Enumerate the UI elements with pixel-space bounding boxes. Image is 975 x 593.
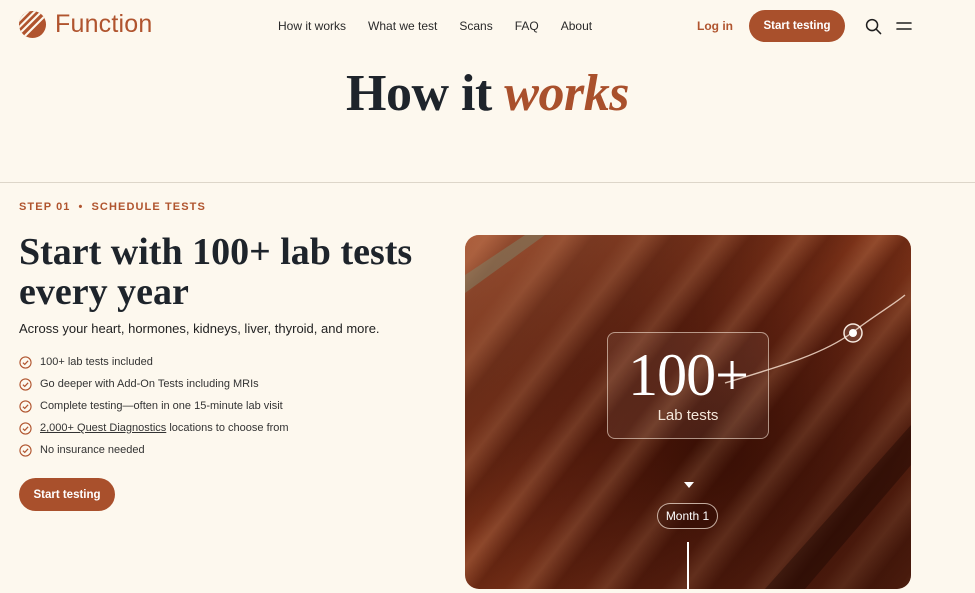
check-circle-icon bbox=[19, 377, 32, 391]
check-circle-icon bbox=[19, 421, 32, 435]
section-divider bbox=[0, 182, 975, 183]
check-circle-icon bbox=[19, 443, 32, 457]
step-label: STEP 01 • SCHEDULE TESTS bbox=[19, 201, 206, 213]
nav-about[interactable]: About bbox=[561, 19, 592, 33]
stat-value: 100+ bbox=[628, 342, 749, 408]
logo-icon bbox=[18, 10, 47, 39]
feature-item: 100+ lab tests included bbox=[19, 351, 289, 373]
nav-faq[interactable]: FAQ bbox=[515, 19, 539, 33]
nav-what-we-test[interactable]: What we test bbox=[368, 19, 437, 33]
feature-text: No insurance needed bbox=[40, 444, 145, 456]
site-header: Function How it works What we test Scans… bbox=[0, 0, 975, 52]
feature-text: Go deeper with Add-On Tests including MR… bbox=[40, 378, 259, 390]
main-nav: How it works What we test Scans FAQ Abou… bbox=[278, 19, 592, 33]
step-separator: • bbox=[78, 201, 84, 213]
check-circle-icon bbox=[19, 399, 32, 413]
feature-list: 100+ lab tests included Go deeper with A… bbox=[19, 351, 289, 461]
nav-how-it-works[interactable]: How it works bbox=[278, 19, 346, 33]
feature-item: 2,000+ Quest Diagnostics locations to ch… bbox=[19, 417, 289, 439]
quest-diagnostics-link[interactable]: 2,000+ Quest Diagnostics bbox=[40, 422, 166, 434]
page-title-accent: works bbox=[504, 65, 629, 122]
step-number: STEP 01 bbox=[19, 201, 71, 213]
section-title: Start with 100+ lab tests every year bbox=[19, 231, 413, 313]
step-name: SCHEDULE TESTS bbox=[91, 201, 206, 213]
stat-box: 100+ Lab tests bbox=[607, 332, 769, 439]
feature-text: 100+ lab tests included bbox=[40, 356, 153, 368]
feature-item: Complete testing—often in one 15-minute … bbox=[19, 395, 289, 417]
header-start-testing-button[interactable]: Start testing bbox=[749, 10, 845, 42]
feature-item: No insurance needed bbox=[19, 439, 289, 461]
feature-text: Complete testing—often in one 15-minute … bbox=[40, 400, 283, 412]
page-title: How it works bbox=[0, 64, 975, 123]
menu-icon[interactable] bbox=[896, 21, 912, 31]
check-circle-icon bbox=[19, 355, 32, 369]
feature-item: Go deeper with Add-On Tests including MR… bbox=[19, 373, 289, 395]
lab-tests-visual: 100+ Lab tests Month 1 bbox=[465, 235, 911, 589]
stat-label: Lab tests bbox=[657, 407, 719, 424]
section-subtitle: Across your heart, hormones, kidneys, li… bbox=[19, 321, 380, 336]
login-link[interactable]: Log in bbox=[697, 19, 733, 33]
logo-text: Function bbox=[55, 10, 153, 38]
search-icon[interactable] bbox=[865, 18, 882, 35]
feature-text: locations to choose from bbox=[166, 422, 289, 434]
nav-scans[interactable]: Scans bbox=[459, 19, 492, 33]
caret-down-icon bbox=[684, 482, 694, 488]
logo[interactable]: Function bbox=[18, 10, 153, 39]
start-testing-button[interactable]: Start testing bbox=[19, 478, 115, 511]
month-pill[interactable]: Month 1 bbox=[657, 503, 718, 529]
page-title-main: How it bbox=[346, 65, 505, 122]
